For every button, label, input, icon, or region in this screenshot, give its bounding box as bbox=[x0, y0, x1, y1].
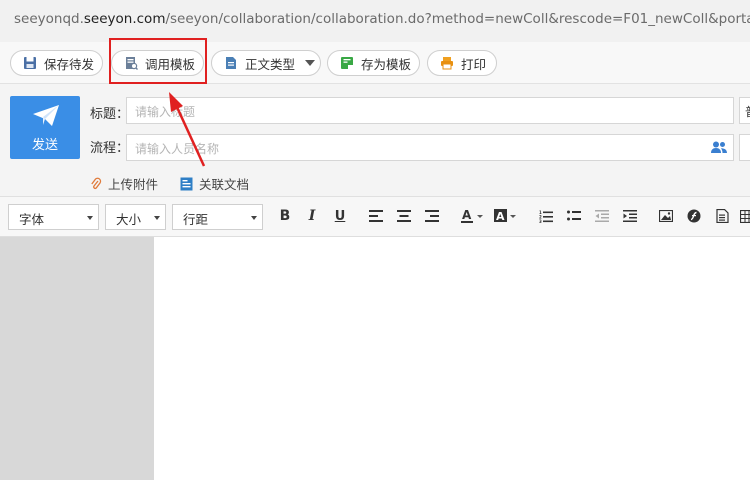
body-type-label: 正文类型 bbox=[245, 56, 296, 72]
svg-text:A: A bbox=[496, 210, 505, 223]
flow-option-box[interactable] bbox=[739, 134, 750, 161]
flow-label: 流程： bbox=[90, 141, 130, 156]
font-size-select[interactable]: 大小 bbox=[105, 204, 166, 230]
printer-icon bbox=[440, 56, 454, 70]
send-label: 发送 bbox=[31, 138, 58, 153]
underline-icon[interactable]: U bbox=[331, 207, 349, 225]
editor-toolbar: 字体 大小 行距 B I U A A 123 bbox=[0, 197, 750, 237]
font-size-value: 大小 bbox=[116, 212, 142, 227]
title-placeholder: 请输入标题 bbox=[135, 105, 196, 119]
upload-attachment-label: 上传附件 bbox=[108, 177, 159, 192]
compose-header: 发送 标题： 请输入标题 普 流程： 请输入人员名称 上传附件 关联文档 bbox=[0, 84, 750, 197]
outdent-icon[interactable] bbox=[593, 207, 611, 225]
select-people-icon[interactable] bbox=[711, 141, 727, 157]
send-button[interactable]: 发送 bbox=[10, 96, 80, 159]
save-icon bbox=[23, 56, 37, 70]
url-domain: seeyon.com bbox=[83, 11, 166, 27]
url-path: /seeyon/collaboration/collaboration.do?m… bbox=[165, 11, 750, 27]
address-bar[interactable]: seeyonqd.seeyon.com/seeyon/collaboration… bbox=[0, 0, 750, 42]
unordered-list-icon[interactable] bbox=[565, 207, 583, 225]
paper-plane-icon bbox=[32, 104, 60, 131]
linked-document-icon bbox=[180, 177, 193, 190]
url-prefix: seeyonqd. bbox=[14, 11, 84, 27]
editor-content-area[interactable] bbox=[154, 237, 750, 480]
italic-icon[interactable]: I bbox=[303, 207, 321, 225]
svg-text:A: A bbox=[462, 209, 472, 222]
body-type-dropdown[interactable]: 正文类型 bbox=[211, 50, 321, 76]
highlight-color-icon[interactable]: A bbox=[493, 207, 519, 225]
save-as-template-label: 存为模板 bbox=[361, 56, 412, 72]
paperclip-icon bbox=[91, 177, 102, 189]
align-left-icon[interactable] bbox=[367, 207, 385, 225]
annotation-highlight-box bbox=[109, 38, 207, 84]
insert-table-icon[interactable] bbox=[738, 207, 750, 225]
print-button[interactable]: 打印 bbox=[427, 50, 497, 76]
text-color-icon[interactable]: A bbox=[460, 207, 486, 225]
flow-placeholder: 请输入人员名称 bbox=[135, 142, 220, 156]
insert-image-icon[interactable] bbox=[657, 207, 675, 225]
document-icon bbox=[224, 56, 238, 70]
align-right-icon[interactable] bbox=[423, 207, 441, 225]
save-draft-label: 保存待发 bbox=[44, 56, 95, 72]
title-input[interactable]: 请输入标题 bbox=[126, 97, 734, 124]
bold-icon[interactable]: B bbox=[276, 207, 294, 225]
flow-input[interactable]: 请输入人员名称 bbox=[126, 134, 734, 161]
save-draft-button[interactable]: 保存待发 bbox=[10, 50, 103, 76]
line-spacing-value: 行距 bbox=[183, 212, 209, 227]
upload-attachment-link[interactable]: 上传附件 bbox=[90, 174, 158, 193]
chevron-down-icon bbox=[154, 216, 160, 220]
chevron-down-icon bbox=[87, 216, 93, 220]
related-document-link[interactable]: 关联文档 bbox=[180, 174, 249, 193]
insert-flash-icon[interactable] bbox=[685, 207, 703, 225]
font-family-value: 字体 bbox=[19, 212, 45, 227]
insert-document-icon[interactable] bbox=[713, 207, 731, 225]
save-as-template-button[interactable]: 存为模板 bbox=[327, 50, 420, 76]
title-option-text: 普 bbox=[745, 105, 750, 119]
align-center-icon[interactable] bbox=[395, 207, 413, 225]
ordered-list-icon[interactable]: 123 bbox=[537, 207, 555, 225]
title-label: 标题： bbox=[90, 107, 130, 122]
title-option-select[interactable]: 普 bbox=[739, 97, 750, 124]
save-template-icon bbox=[340, 56, 354, 70]
font-family-select[interactable]: 字体 bbox=[8, 204, 99, 230]
line-spacing-select[interactable]: 行距 bbox=[172, 204, 263, 230]
print-label: 打印 bbox=[461, 56, 487, 72]
indent-icon[interactable] bbox=[621, 207, 639, 225]
related-document-label: 关联文档 bbox=[199, 177, 250, 192]
chevron-down-icon bbox=[251, 216, 257, 220]
svg-text:3: 3 bbox=[539, 219, 542, 223]
chevron-down-icon bbox=[305, 60, 316, 66]
editor-side-gutter bbox=[0, 237, 154, 480]
